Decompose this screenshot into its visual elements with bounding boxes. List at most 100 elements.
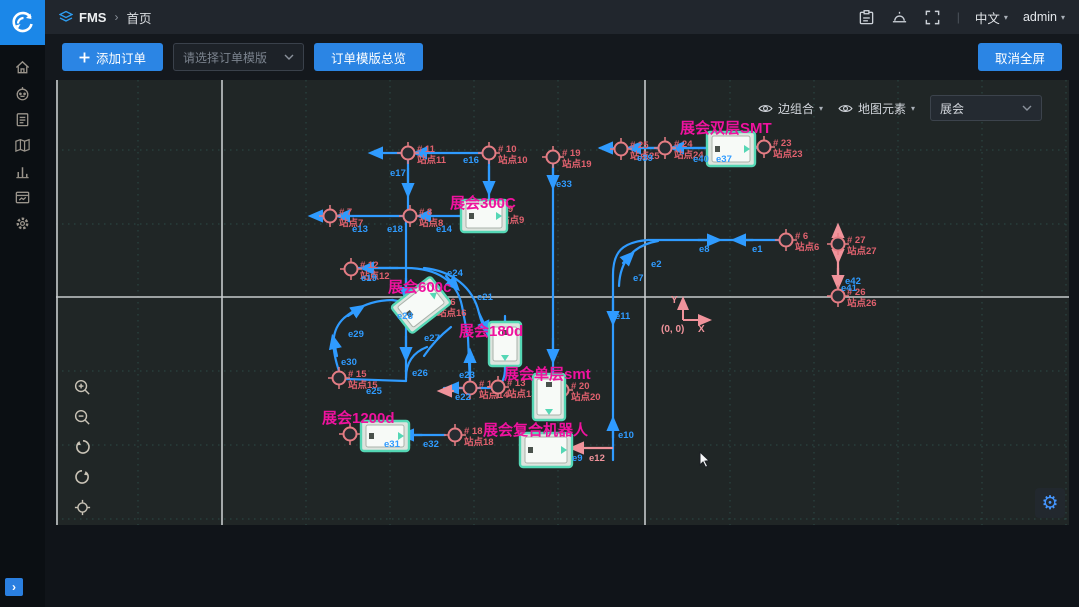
sidebar-item-map[interactable] bbox=[8, 136, 38, 155]
origin-x-label: X bbox=[698, 324, 705, 335]
station-name: 站点10 bbox=[498, 154, 528, 166]
locate-icon bbox=[73, 498, 92, 517]
add-order-button[interactable]: 添加订单 bbox=[62, 43, 163, 71]
station-id: # 18 bbox=[464, 426, 483, 437]
sidebar-item-settings[interactable] bbox=[8, 214, 38, 233]
station-id: # 6 bbox=[795, 231, 808, 242]
robot-label: 展会双层SMT bbox=[680, 119, 772, 137]
station-id: # 23 bbox=[773, 138, 792, 149]
rotate-ccw-button[interactable] bbox=[72, 437, 92, 457]
edge-label: e25 bbox=[366, 386, 383, 397]
app-logo[interactable] bbox=[0, 0, 45, 45]
breadcrumb-app[interactable]: FMS bbox=[79, 10, 106, 25]
sidebar-item-schedule[interactable] bbox=[8, 188, 38, 207]
alarm-button[interactable] bbox=[891, 8, 909, 26]
station-name: 站点26 bbox=[847, 297, 877, 309]
breadcrumb: FMS › 首页 bbox=[59, 8, 151, 27]
chevron-right-icon: › bbox=[12, 580, 16, 594]
locate-button[interactable] bbox=[72, 497, 92, 517]
station-name: 站点19 bbox=[562, 158, 592, 170]
rotate-ccw-icon bbox=[73, 438, 92, 457]
language-menu[interactable]: 中文 ▾ bbox=[975, 8, 1008, 27]
order-list-icon bbox=[14, 111, 31, 128]
edge-label: e41 bbox=[841, 283, 858, 294]
user-menu[interactable]: admin ▾ bbox=[1023, 10, 1065, 24]
station-id: # 19 bbox=[562, 148, 581, 159]
station-name: 站点23 bbox=[773, 148, 803, 160]
zoom-out-button[interactable] bbox=[72, 407, 92, 427]
map-overlay-controls: 边组合 ▾ 地图元素 ▾ 展会 bbox=[758, 95, 1042, 121]
header-actions: | 中文 ▾ admin ▾ bbox=[858, 8, 1065, 27]
edge-label: e10 bbox=[618, 430, 634, 441]
template-overview-button[interactable]: 订单模版总览 bbox=[314, 43, 423, 71]
edge-label: e18 bbox=[387, 224, 403, 235]
sidebar-nav bbox=[0, 45, 45, 233]
chevron-down-icon: ▾ bbox=[819, 104, 823, 113]
station-id: # 25 bbox=[630, 140, 649, 151]
order-template-select[interactable]: 请选择订单模版 bbox=[173, 43, 304, 71]
gear-icon: ⚙ bbox=[1041, 492, 1058, 515]
map-area-select-value: 展会 bbox=[940, 100, 964, 117]
rotate-cw-button[interactable] bbox=[72, 467, 92, 487]
edge-label: e31 bbox=[384, 439, 401, 450]
edge-path bbox=[623, 254, 632, 263]
order-board-button[interactable] bbox=[858, 8, 876, 26]
edge-label: e30 bbox=[341, 357, 357, 368]
sidebar-item-home[interactable] bbox=[8, 58, 38, 77]
edge-label: e28 bbox=[397, 311, 413, 322]
chevron-down-icon: ▾ bbox=[1061, 13, 1065, 22]
fullscreen-icon bbox=[924, 9, 941, 26]
map-elements-toggle[interactable]: 地图元素 ▾ bbox=[838, 100, 915, 117]
edge-label: e19 bbox=[361, 273, 377, 284]
map-area-select[interactable]: 展会 bbox=[930, 95, 1042, 121]
edge-label: e14 bbox=[436, 224, 453, 235]
station-id: # 24 bbox=[674, 139, 693, 150]
header-divider: | bbox=[957, 10, 960, 24]
robot-label: 展会600c bbox=[388, 278, 451, 296]
origin-y-label: Y bbox=[671, 295, 678, 306]
edge-label: e7 bbox=[633, 273, 644, 284]
map-settings-button[interactable]: ⚙ bbox=[1035, 488, 1065, 518]
station-marker[interactable]: # 6站点6 bbox=[775, 229, 819, 253]
station-id: # 11 bbox=[417, 144, 436, 155]
order-board-icon bbox=[858, 9, 875, 26]
edge-label: e23 bbox=[459, 370, 475, 381]
sidebar-item-orders[interactable] bbox=[8, 110, 38, 129]
map-svg: # 11站点11# 10站点10# 19站点19# 25站点25# 24站点24… bbox=[56, 80, 1069, 525]
zoom-in-button[interactable] bbox=[72, 377, 92, 397]
gear-icon bbox=[14, 215, 31, 232]
sidebar-expand-button[interactable]: › bbox=[5, 578, 23, 596]
zoom-in-icon bbox=[73, 378, 92, 397]
edge-label: e2 bbox=[651, 259, 662, 270]
order-template-select-placeholder: 请选择订单模版 bbox=[183, 49, 267, 66]
map-canvas[interactable]: # 11站点11# 10站点10# 19站点19# 25站点25# 24站点24… bbox=[56, 80, 1069, 525]
robot-label: 展会单层smt bbox=[504, 365, 591, 383]
cancel-fullscreen-button[interactable]: 取消全屏 bbox=[978, 43, 1062, 71]
station-marker[interactable]: # 10站点10 bbox=[478, 142, 528, 166]
station-id: # 27 bbox=[847, 235, 866, 246]
edge-label: e1 bbox=[752, 244, 763, 255]
map-tools bbox=[72, 377, 92, 517]
edge-label: e16 bbox=[463, 155, 479, 166]
edge-path bbox=[348, 307, 362, 316]
top-header: FMS › 首页 | 中文 ▾ bbox=[45, 0, 1079, 34]
layers-icon bbox=[59, 10, 73, 24]
edge-label: e29 bbox=[348, 329, 364, 340]
home-icon bbox=[14, 59, 31, 76]
sidebar-item-robot[interactable] bbox=[8, 84, 38, 103]
robot-icon bbox=[14, 85, 31, 102]
plus-icon bbox=[79, 52, 90, 63]
fullscreen-button[interactable] bbox=[924, 8, 942, 26]
alarm-icon bbox=[891, 9, 908, 26]
eye-icon bbox=[758, 103, 773, 114]
station-marker[interactable]: # 23站点23 bbox=[753, 136, 803, 160]
edge-group-toggle[interactable]: 边组合 ▾ bbox=[758, 100, 823, 117]
station-marker[interactable]: # 27站点27 bbox=[827, 233, 877, 257]
robot-label: 展会180d bbox=[459, 322, 523, 340]
station-id: # 7 bbox=[339, 207, 352, 218]
edge-label: e37 bbox=[716, 154, 732, 165]
sidebar-item-stats[interactable] bbox=[8, 162, 38, 181]
edge-label: e12 bbox=[589, 453, 605, 464]
breadcrumb-page-home[interactable]: 首页 bbox=[126, 8, 151, 27]
chevron-down-icon: ▾ bbox=[1004, 13, 1008, 22]
